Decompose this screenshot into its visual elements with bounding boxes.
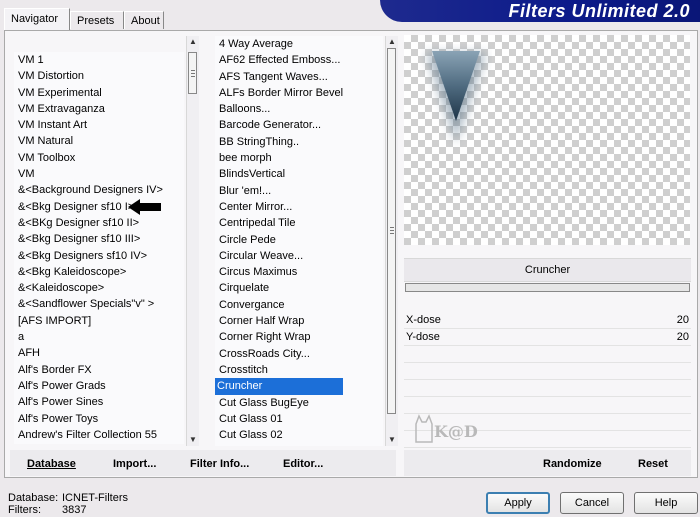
database-label: Database bbox=[27, 458, 76, 470]
list-item[interactable]: ALFs Border Mirror Bevel bbox=[215, 85, 383, 101]
list-item[interactable]: 4 Way Average bbox=[215, 36, 383, 52]
list-item[interactable]: VM Toolbox bbox=[14, 150, 184, 166]
list-item[interactable]: VM Extravaganza bbox=[14, 101, 184, 117]
list-item[interactable]: &<Bkg Designers sf10 IV> bbox=[14, 248, 184, 264]
title-banner: Filters Unlimited 2.0 bbox=[380, 0, 700, 22]
reset-link[interactable]: Reset bbox=[638, 458, 668, 470]
list-item[interactable]: a bbox=[14, 329, 184, 345]
list-item[interactable]: Alf's Power Grads bbox=[14, 378, 184, 394]
tab-presets[interactable]: Presets bbox=[70, 11, 124, 29]
progress-bar bbox=[405, 283, 690, 292]
preview-image bbox=[426, 51, 486, 143]
list-item[interactable]: &<Bkg Kaleidoscope> bbox=[14, 264, 184, 280]
list-item[interactable]: Center Mirror... bbox=[215, 199, 383, 215]
list-item[interactable]: Balloons... bbox=[215, 101, 383, 117]
list-item[interactable]: VM bbox=[14, 166, 184, 182]
cancel-button[interactable]: Cancel bbox=[560, 492, 624, 514]
status-filters: Filters: 3837 bbox=[8, 504, 86, 516]
list-item[interactable]: AF62 Effected Emboss... bbox=[215, 52, 383, 68]
param-row-empty bbox=[404, 363, 691, 380]
tab-about[interactable]: About bbox=[124, 11, 164, 29]
apply-button[interactable]: Apply bbox=[486, 492, 550, 514]
list-item[interactable]: [AFS IMPORT] bbox=[14, 313, 184, 329]
list-item[interactable]: CrossRoads City... bbox=[215, 346, 383, 362]
status-database-label: Database: bbox=[8, 492, 59, 504]
status-database: Database: ICNET-Filters bbox=[8, 492, 128, 504]
list-item[interactable]: VM Experimental bbox=[14, 85, 184, 101]
scroll-thumb[interactable] bbox=[387, 48, 396, 414]
filter-scrollbar[interactable]: ▲ ▼ bbox=[385, 36, 398, 446]
param-row-empty bbox=[404, 346, 691, 363]
list-item[interactable]: Barcode Generator... bbox=[215, 117, 383, 133]
list-item[interactable]: Cut Glass 02 bbox=[215, 427, 383, 443]
list-item[interactable]: &<BKg Designer sf10 II> bbox=[14, 215, 184, 231]
list-item[interactable]: Alf's Power Toys bbox=[14, 411, 184, 427]
scroll-thumb[interactable] bbox=[188, 52, 197, 94]
editor-link[interactable]: Editor... bbox=[283, 458, 323, 470]
list-item[interactable]: Cirquelate bbox=[215, 280, 383, 296]
list-item[interactable]: Andrew's Filter Collection 56 bbox=[14, 443, 184, 444]
category-scrollbar[interactable]: ▲ ▼ bbox=[186, 36, 199, 446]
param-row-empty bbox=[404, 380, 691, 397]
scroll-down-icon[interactable]: ▼ bbox=[187, 434, 199, 446]
list-item[interactable]: Corner Half Wrap bbox=[215, 313, 383, 329]
status-database-value: ICNET-Filters bbox=[62, 492, 128, 504]
list-item[interactable]: &<Kaleidoscope> bbox=[14, 280, 184, 296]
app-title: Filters Unlimited 2.0 bbox=[508, 1, 690, 21]
import-link[interactable]: Import... bbox=[113, 458, 156, 470]
preview-area bbox=[404, 35, 690, 245]
list-item[interactable]: VM 1 bbox=[14, 52, 184, 68]
randomize-link[interactable]: Randomize bbox=[543, 458, 602, 470]
list-item[interactable]: VM Instant Art bbox=[14, 117, 184, 133]
cat-logo-icon bbox=[415, 414, 433, 443]
scroll-down-icon[interactable]: ▼ bbox=[386, 434, 398, 446]
list-item[interactable]: &<Bkg Designer sf10 III> bbox=[14, 231, 184, 247]
watermark-text: K@D bbox=[434, 422, 478, 441]
list-item[interactable]: Cruncher bbox=[215, 378, 343, 395]
list-item[interactable]: Circus Maximus bbox=[215, 264, 383, 280]
list-item[interactable]: Alf's Power Sines bbox=[14, 394, 184, 410]
watermark-logo: K@D bbox=[412, 408, 492, 448]
list-item[interactable]: bee morph bbox=[215, 150, 383, 166]
list-item[interactable]: &<Background Designers IV> bbox=[14, 182, 184, 198]
list-item[interactable]: Cut Glass 01 bbox=[215, 411, 383, 427]
list-item[interactable]: AFS Tangent Waves... bbox=[215, 69, 383, 85]
list-item[interactable]: Crosstitch bbox=[215, 362, 383, 378]
list-item[interactable]: Blur 'em!... bbox=[215, 183, 383, 199]
list-item[interactable]: Centripedal Tile bbox=[215, 215, 383, 231]
filter-list[interactable]: 4 Way Average AF62 Effected Emboss... AFS … bbox=[215, 36, 383, 446]
list-item[interactable]: BlindsVertical bbox=[215, 166, 383, 182]
list-item[interactable]: AFH bbox=[14, 345, 184, 361]
list-item[interactable]: VM Distortion bbox=[14, 68, 184, 84]
list-item[interactable]: Cut Glass 03 bbox=[215, 443, 383, 446]
param-row[interactable]: Y-dose 20 bbox=[404, 329, 691, 346]
param-label: Y-dose bbox=[406, 331, 440, 343]
list-item[interactable]: &<Sandflower Specials"v" > bbox=[14, 296, 184, 312]
list-item[interactable]: BB StringThing.. bbox=[215, 134, 383, 150]
category-list[interactable]: VM 1 VM Distortion VM Experimental VM Extra… bbox=[14, 52, 184, 444]
status-filters-label: Filters: bbox=[8, 504, 41, 516]
tab-navigator[interactable]: Navigator bbox=[4, 8, 70, 30]
filter-info-link[interactable]: Filter Info... bbox=[190, 458, 249, 470]
list-item[interactable]: Cut Glass BugEye bbox=[215, 395, 383, 411]
scroll-up-icon[interactable]: ▲ bbox=[386, 36, 398, 48]
help-button[interactable]: Help bbox=[634, 492, 698, 514]
list-item[interactable]: Circular Weave... bbox=[215, 248, 383, 264]
param-row[interactable]: X-dose 20 bbox=[404, 312, 691, 329]
param-label: X-dose bbox=[406, 314, 441, 326]
list-item[interactable]: Alf's Border FX bbox=[14, 362, 184, 378]
param-value[interactable]: 20 bbox=[677, 312, 689, 328]
list-item[interactable]: Andrew's Filter Collection 55 bbox=[14, 427, 184, 443]
list-item[interactable]: Circle Pede bbox=[215, 232, 383, 248]
status-filters-value: 3837 bbox=[62, 504, 87, 516]
param-value[interactable]: 20 bbox=[677, 329, 689, 345]
pointer-arrow-icon bbox=[128, 199, 161, 215]
database-link[interactable]: Database bbox=[27, 458, 76, 470]
selected-filter-name: Cruncher bbox=[404, 258, 691, 282]
list-item[interactable]: Convergance bbox=[215, 297, 383, 313]
list-item[interactable]: VM Natural bbox=[14, 133, 184, 149]
list-item[interactable]: Corner Right Wrap bbox=[215, 329, 383, 345]
scroll-up-icon[interactable]: ▲ bbox=[187, 36, 199, 48]
